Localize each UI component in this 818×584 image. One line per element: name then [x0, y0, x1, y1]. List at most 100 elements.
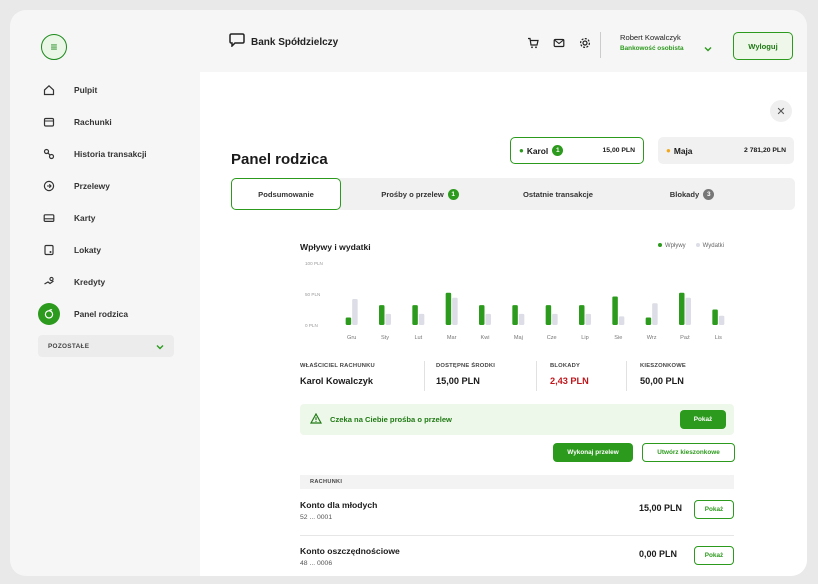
brand: Bank Spółdzielczy: [229, 33, 338, 52]
sidebar-item-label: Rachunki: [74, 117, 112, 127]
x-tick-label: Kwi: [480, 335, 489, 341]
chart-legend: Wpływy Wydatki: [658, 243, 724, 249]
deposit-icon: [38, 239, 60, 261]
bar-income: [479, 305, 485, 325]
page-title: Panel rodzica: [231, 151, 328, 168]
tab-ostatnie[interactable]: Ostatnie transakcje: [493, 178, 623, 210]
sidebar-item-rachunki[interactable]: Rachunki: [38, 106, 198, 138]
x-tick-label: Lis: [715, 335, 722, 341]
chevron-down-icon[interactable]: [704, 39, 712, 57]
user-info[interactable]: Robert Kowalczyk Bankowość osobista: [620, 33, 684, 52]
x-tick-label: Lut: [414, 335, 422, 341]
chart-title: Wpływy i wydatki: [300, 242, 371, 252]
mail-icon[interactable]: [552, 36, 566, 50]
cart-icon[interactable]: [526, 36, 540, 50]
sidebar: ≡ Pulpit Rachunki Historia transakcji Pr…: [10, 10, 200, 576]
tab-bar: Podsumowanie Prośby o przelew 1 Ostatnie…: [231, 178, 795, 210]
account-badge: 1: [552, 145, 564, 156]
tab-podsumowanie[interactable]: Podsumowanie: [231, 178, 341, 210]
main-panel: ✕ Panel rodzica ● Karol 1 15,00 PLN ● Ma…: [200, 72, 807, 576]
menu-icon: ≡: [50, 40, 58, 54]
bar-income: [545, 305, 552, 325]
account-card-karol[interactable]: ● Karol 1 15,00 PLN: [510, 137, 644, 164]
card-icon: [38, 207, 60, 229]
legend-income: Wpływy: [658, 243, 686, 249]
bar-expense: [552, 313, 558, 325]
create-pocket-money-button[interactable]: Utwórz kieszonkowe: [642, 443, 735, 462]
hamburger-menu-button[interactable]: ≡: [41, 34, 67, 60]
account-amount: 2 781,20 PLN: [744, 147, 786, 154]
y-tick-label: 50 PLN: [305, 292, 320, 297]
accounts-section-header: RACHUNKI: [300, 475, 734, 489]
info-label: WŁAŚCICIEL RACHUNKU: [300, 363, 375, 369]
make-transfer-button[interactable]: Wykonaj przelew: [553, 443, 633, 462]
bar-income: [579, 305, 585, 325]
info-value: 15,00 PLN: [436, 376, 480, 386]
info-value: 50,00 PLN: [640, 376, 684, 386]
bar-expense: [652, 303, 658, 325]
x-tick-label: Sty: [381, 335, 389, 341]
account-row: Konto oszczędnościowe 48 ... 0006 0,00 P…: [300, 546, 734, 576]
app-window: ≡ Pulpit Rachunki Historia transakcji Pr…: [10, 10, 807, 576]
section-label: RACHUNKI: [310, 479, 343, 485]
info-value: 2,43 PLN: [550, 376, 589, 386]
bar-expense: [418, 313, 425, 325]
bar-expense: [618, 316, 625, 325]
user-name: Robert Kowalczyk: [620, 33, 681, 42]
parent-panel-icon: [38, 303, 60, 325]
warning-icon: [309, 411, 323, 429]
transfer-icon: [38, 175, 60, 197]
sidebar-item-label: Pulpit: [74, 85, 98, 95]
status-dot-icon: ●: [519, 146, 524, 155]
info-divider: [626, 361, 627, 391]
account-row-balance: 15,00 PLN: [639, 503, 683, 513]
tab-blokady[interactable]: Blokady 3: [627, 178, 757, 210]
row-divider: [300, 535, 734, 536]
sidebar-item-label: Karty: [74, 213, 96, 223]
other-section-label: POZOSTAŁE: [48, 342, 90, 350]
sidebar-item-lokaty[interactable]: Lokaty: [38, 234, 198, 266]
sidebar-item-pulpit[interactable]: Pulpit: [38, 74, 198, 106]
sidebar-item-historia[interactable]: Historia transakcji: [38, 138, 198, 170]
sidebar-item-przelewy[interactable]: Przelewy: [38, 170, 198, 202]
tab-badge: 3: [703, 188, 715, 200]
info-owner: WŁAŚCICIEL RACHUNKU Karol Kowalczyk: [300, 363, 375, 386]
gear-icon[interactable]: [578, 36, 592, 50]
alert-show-button[interactable]: Pokaż: [680, 410, 726, 429]
close-button[interactable]: ✕: [770, 100, 792, 122]
info-divider: [536, 361, 537, 391]
bar-expense: [518, 313, 525, 325]
y-tick-label: 100 PLN: [305, 261, 323, 266]
info-value: Karol Kowalczyk: [300, 376, 374, 386]
account-show-button[interactable]: Pokaż: [694, 546, 734, 565]
y-tick-label: 0 PLN: [305, 323, 318, 328]
user-role: Bankowość osobista: [620, 45, 684, 52]
alert-text: Czeka na Ciebie prośba o przelew: [330, 415, 452, 424]
account-row-number: 48 ... 0006: [300, 560, 333, 567]
header: Bank Spółdzielczy Robert Kowalczyk Banko…: [200, 10, 807, 72]
bar-expense: [485, 313, 491, 325]
sidebar-item-label: Kredyty: [74, 277, 106, 287]
sidebar-item-karty[interactable]: Karty: [38, 202, 198, 234]
info-label: KIESZONKOWE: [640, 363, 686, 369]
x-tick-label: Mar: [447, 335, 457, 341]
tab-prosby[interactable]: Prośby o przelew 1: [355, 178, 485, 210]
bar-expense: [585, 313, 591, 325]
bar-expense: [685, 297, 691, 325]
bar-income: [445, 292, 452, 325]
bar-income: [712, 309, 718, 325]
sidebar-item-panel-rodzica[interactable]: Panel rodzica: [38, 298, 198, 330]
sidebar-item-kredyty[interactable]: Kredyty: [38, 266, 198, 298]
other-section-dropdown[interactable]: POZOSTAŁE: [38, 335, 174, 357]
x-tick-label: Cze: [547, 335, 557, 341]
sidebar-item-label: Panel rodzica: [74, 309, 128, 319]
account-name: Maja: [673, 145, 693, 156]
x-tick-label: Lip: [581, 335, 588, 341]
info-divider: [424, 361, 425, 391]
account-row: Konto dla młodych 52 ... 0001 15,00 PLN …: [300, 500, 734, 540]
legend-expense: Wydatki: [695, 243, 724, 249]
account-card-maja[interactable]: ● Maja 2 781,20 PLN: [658, 137, 794, 164]
history-icon: [38, 143, 60, 165]
logout-button[interactable]: Wyloguj: [733, 32, 793, 60]
account-show-button[interactable]: Pokaż: [694, 500, 734, 519]
